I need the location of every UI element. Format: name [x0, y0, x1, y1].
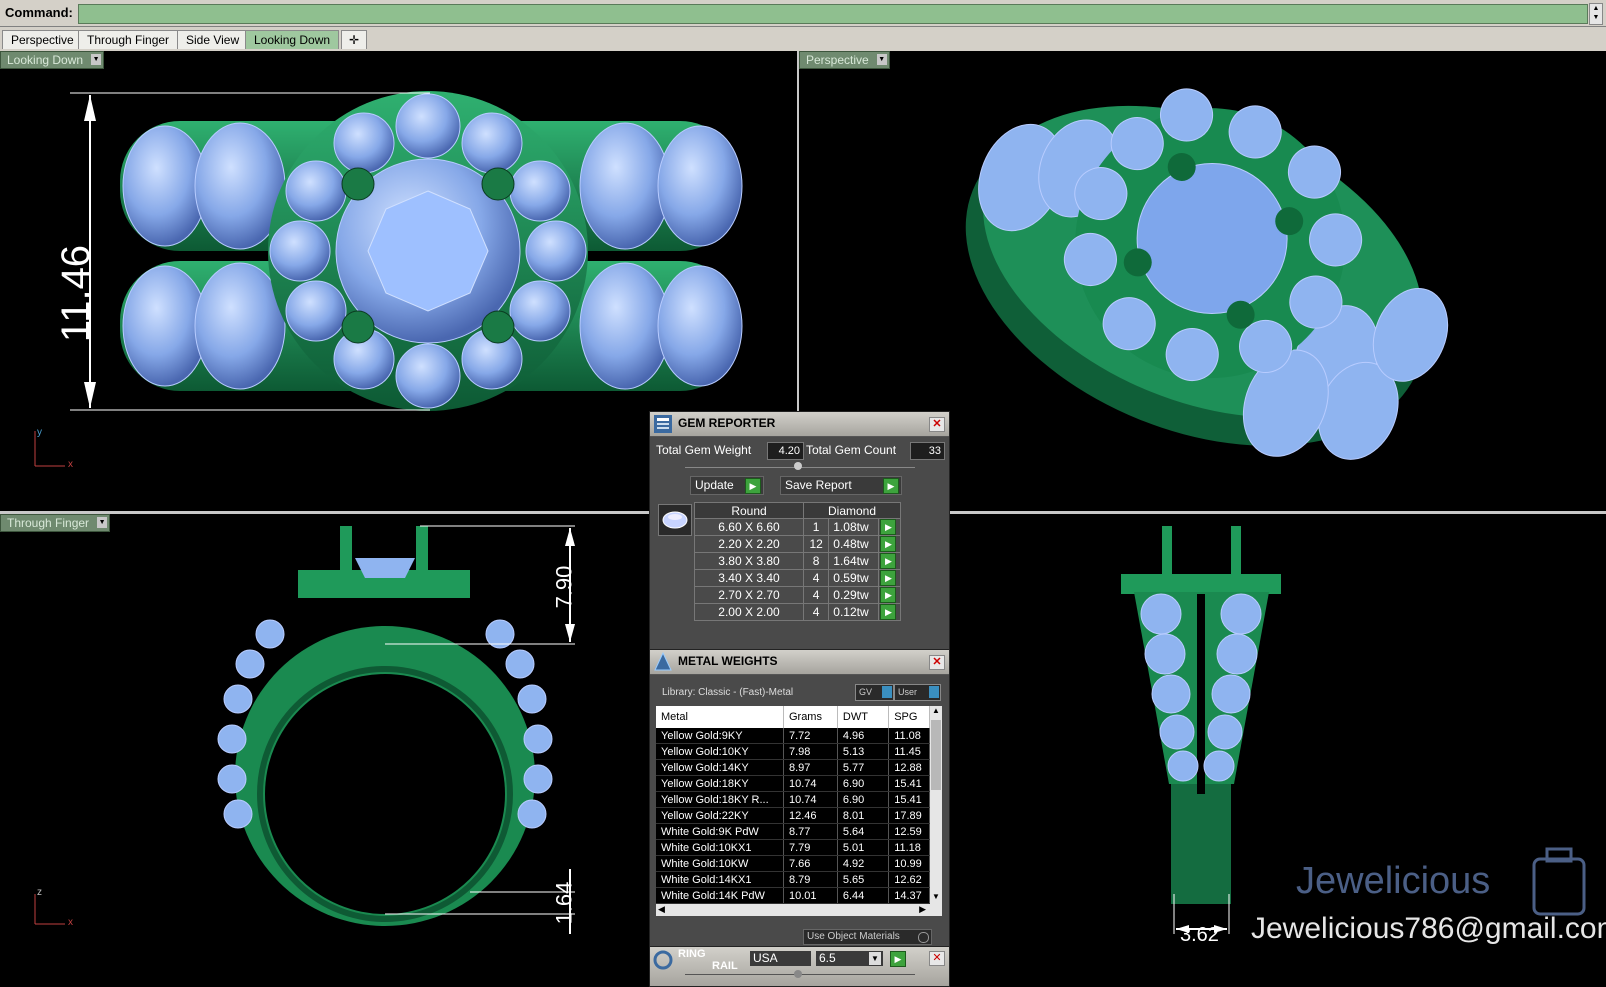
- table-row[interactable]: 2.00 X 2.00 4 0.12tw ▶: [694, 603, 901, 621]
- chevron-left-icon[interactable]: ◀: [658, 904, 665, 915]
- chevron-down-icon[interactable]: ▼: [869, 952, 881, 965]
- close-icon[interactable]: ✕: [929, 655, 945, 670]
- play-icon[interactable]: ▶: [880, 570, 897, 586]
- horizontal-scrollbar[interactable]: ◀ ▶: [656, 904, 942, 916]
- grams-col-header[interactable]: Grams: [783, 706, 838, 728]
- table-row[interactable]: 2.70 X 2.70 4 0.29tw ▶: [694, 586, 901, 604]
- tab-looking-down[interactable]: Looking Down: [245, 30, 340, 49]
- metal-table-container[interactable]: Metal Grams DWT SPG Yellow Gold:9KY 7.72 4…: [656, 706, 930, 904]
- ring-rail-panel: RING RAIL USA 6.5 ▼ ▶ ✕: [649, 946, 950, 987]
- total-gem-count-value: 33: [910, 442, 945, 460]
- save-report-button[interactable]: Save Report ▶: [780, 476, 902, 495]
- gem-reporter-titlebar[interactable]: GEM REPORTER ✕: [650, 412, 949, 437]
- radio-icon: [918, 932, 929, 943]
- table-row[interactable]: 2.20 X 2.20 12 0.48tw ▶: [694, 535, 901, 553]
- table-row[interactable]: Yellow Gold:18KY R... 10.74 6.90 15.41: [656, 791, 930, 808]
- play-icon[interactable]: ▶: [880, 553, 897, 569]
- table-row[interactable]: White Gold:14KX1 8.79 5.65 12.62: [656, 871, 930, 888]
- watermark-email: Jewelicious786@gmail.com: [1251, 912, 1606, 945]
- play-icon[interactable]: ▶: [880, 604, 897, 620]
- dwt-col-header[interactable]: DWT: [837, 706, 890, 728]
- metal-weights-title: METAL WEIGHTS: [678, 654, 778, 668]
- watermark-brand: Jewelicious: [1296, 860, 1491, 902]
- total-gem-weight-label: Total Gem Weight: [656, 443, 752, 457]
- tab-side-view[interactable]: Side View: [177, 30, 249, 49]
- command-label: Command:: [5, 5, 73, 20]
- collapse-handle[interactable]: [794, 970, 802, 978]
- command-bar: Command: ▲ ▼: [0, 0, 1606, 27]
- use-object-materials-toggle[interactable]: Use Object Materials: [803, 929, 932, 945]
- collapse-handle[interactable]: [794, 462, 802, 470]
- axis-z-label: z: [37, 887, 42, 898]
- table-row[interactable]: 6.60 X 6.60 1 1.08tw ▶: [694, 518, 901, 536]
- total-gem-weight-value: 4.20: [767, 442, 804, 460]
- gem-table: Round Diamond 6.60 X 6.60 1 1.08tw ▶ 2.20 X…: [694, 502, 901, 621]
- ring-rail-title-2: RAIL: [712, 960, 738, 972]
- gv-toggle[interactable]: GV: [855, 684, 894, 701]
- table-row[interactable]: 3.40 X 3.40 4 0.59tw ▶: [694, 569, 901, 587]
- ring-rail-title-1: RING: [678, 948, 706, 960]
- metal-table: Metal Grams DWT SPG Yellow Gold:9KY 7.72 4…: [656, 706, 930, 904]
- metal-weights-titlebar[interactable]: METAL WEIGHTS ✕: [650, 650, 949, 675]
- table-row[interactable]: Yellow Gold:18KY 10.74 6.90 15.41: [656, 775, 930, 792]
- metal-cone-icon: [654, 652, 672, 671]
- gem-shape-header: Round: [694, 502, 804, 519]
- user-toggle[interactable]: User: [894, 684, 941, 701]
- scrollbar-thumb[interactable]: [931, 720, 941, 790]
- command-input[interactable]: [78, 4, 1588, 24]
- axis-x-label: x: [68, 459, 73, 470]
- plus-icon: ✛: [348, 33, 360, 47]
- ring-size-select[interactable]: 6.5 ▼: [816, 951, 883, 966]
- vertical-scrollbar[interactable]: ▲ ▼: [930, 706, 942, 904]
- close-icon[interactable]: ✕: [929, 951, 945, 966]
- viewport-tab-bar: Perspective Through Finger Side View Loo…: [0, 27, 1606, 52]
- tab-through-finger[interactable]: Through Finger: [78, 30, 179, 49]
- ring-standard-select[interactable]: USA: [750, 951, 811, 966]
- table-row[interactable]: Yellow Gold:22KY 12.46 8.01 17.89: [656, 807, 930, 824]
- gem-reporter-title: GEM REPORTER: [678, 416, 776, 430]
- round-gem-icon: [658, 504, 692, 536]
- axis-y-label: y: [37, 427, 42, 438]
- chevron-down-icon[interactable]: ▼: [930, 892, 942, 904]
- table-row[interactable]: Yellow Gold:10KY 7.98 5.13 11.45: [656, 743, 930, 760]
- chevron-right-icon[interactable]: ▶: [919, 904, 926, 915]
- gem-reporter-icon: [654, 415, 672, 433]
- gem-type-header: Diamond: [803, 502, 901, 519]
- dimension-label-height: 7.90: [551, 565, 577, 609]
- ring-icon: [653, 950, 673, 970]
- add-tab-button[interactable]: ✛: [341, 30, 367, 49]
- table-row[interactable]: White Gold:14K PdW 10.01 6.44 14.37: [656, 887, 930, 904]
- tab-perspective[interactable]: Perspective: [2, 30, 83, 49]
- update-button[interactable]: Update ▶: [690, 476, 764, 495]
- play-icon[interactable]: ▶: [890, 951, 906, 967]
- chevron-up-icon[interactable]: ▲: [930, 706, 942, 718]
- dimension-label-side: 3.62: [1180, 924, 1219, 946]
- table-row[interactable]: Yellow Gold:9KY 7.72 4.96 11.08: [656, 728, 930, 744]
- close-icon[interactable]: ✕: [929, 417, 945, 432]
- spg-col-header[interactable]: SPG: [888, 706, 930, 728]
- play-icon[interactable]: ▶: [880, 519, 897, 535]
- table-row[interactable]: 3.80 X 3.80 8 1.64tw ▶: [694, 552, 901, 570]
- dimension-label-width: 11.46: [54, 244, 99, 343]
- play-icon[interactable]: ▶: [880, 587, 897, 603]
- total-gem-count-label: Total Gem Count: [806, 443, 897, 457]
- metal-col-header[interactable]: Metal: [656, 706, 784, 728]
- table-row[interactable]: White Gold:10KW 7.66 4.92 10.99: [656, 855, 930, 872]
- play-icon: ▶: [745, 478, 761, 494]
- play-icon[interactable]: ▶: [880, 536, 897, 552]
- metal-library-label: Library: Classic - (Fast)-Metal: [662, 687, 794, 698]
- table-row[interactable]: White Gold:10KX1 7.79 5.01 11.18: [656, 839, 930, 856]
- dimension-label-shank: 1.64: [551, 881, 577, 925]
- table-row[interactable]: White Gold:9K PdW 8.77 5.64 12.59: [656, 823, 930, 840]
- table-row[interactable]: Yellow Gold:14KY 8.97 5.77 12.88: [656, 759, 930, 776]
- command-scroll-arrows[interactable]: ▲ ▼: [1589, 3, 1603, 25]
- play-icon: ▶: [883, 478, 899, 494]
- gem-reporter-panel: GEM REPORTER ✕ Total Gem Weight 4.20 Tot…: [649, 411, 950, 651]
- axis-x-label: x: [68, 917, 73, 928]
- metal-weights-panel: METAL WEIGHTS ✕ Library: Classic - (Fast…: [649, 649, 950, 948]
